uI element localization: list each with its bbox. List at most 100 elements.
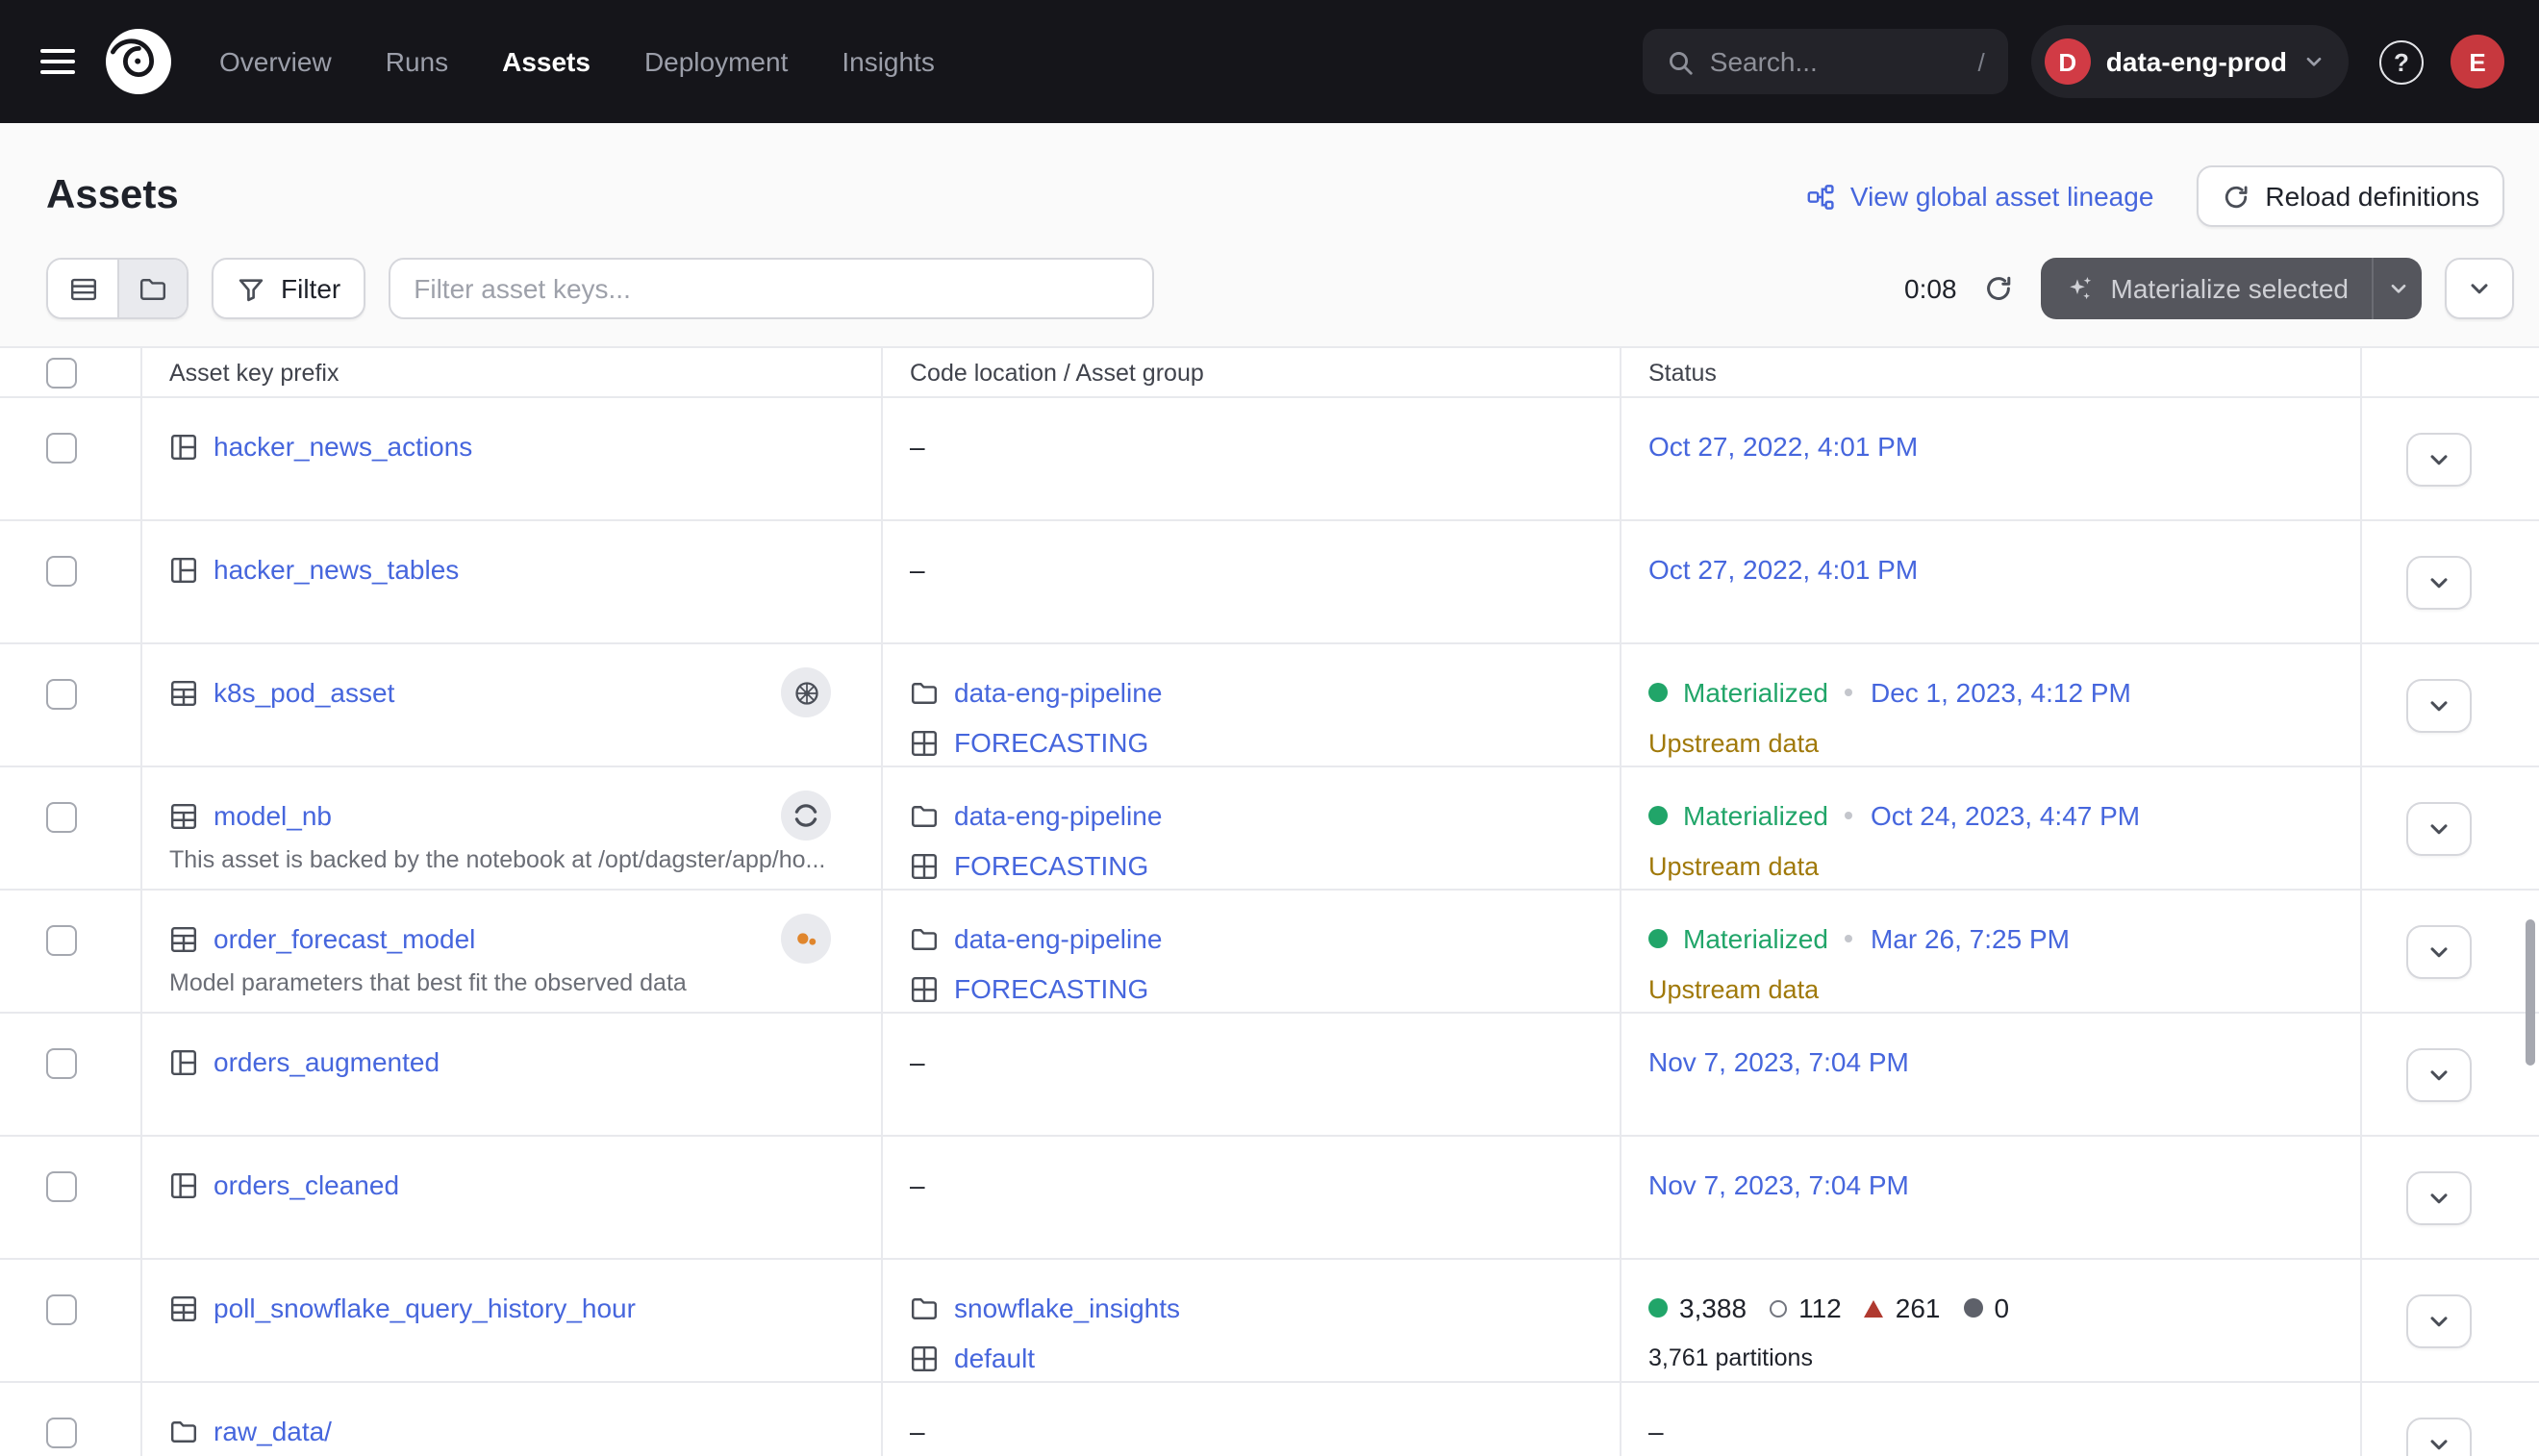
nav-item-overview[interactable]: Overview [219,46,332,77]
workspace-switcher[interactable]: D data-eng-prod [2031,25,2349,98]
location-cell: data-eng-pipeline FORECASTING [881,891,1620,1012]
expand-cell [2360,1260,2539,1381]
row-expand-button[interactable] [2406,1047,2472,1101]
materialization-timestamp-link[interactable]: Nov 7, 2023, 7:04 PM [1648,1046,1909,1077]
row-expand-button[interactable] [2406,555,2472,609]
hamburger-menu-button[interactable] [23,27,92,96]
folder-icon [910,924,939,953]
empty-cell-value: – [910,550,1593,589]
materialize-options-caret-button[interactable] [2372,258,2422,319]
asset-group-link[interactable]: default [954,1343,1035,1373]
materialization-timestamp-link[interactable]: Oct 24, 2023, 4:47 PM [1871,800,2140,831]
asset-group-icon [910,728,939,757]
asset-link[interactable]: poll_snowflake_query_history_hour [214,1293,636,1323]
nav-item-runs[interactable]: Runs [386,46,448,77]
multi-asset-icon [169,432,198,461]
empty-cell-value: – [910,427,1593,465]
materialization-timestamp-link[interactable]: Dec 1, 2023, 4:12 PM [1871,677,2131,708]
row-expand-button[interactable] [2406,801,2472,855]
asset-link[interactable]: orders_cleaned [214,1169,399,1200]
help-button[interactable]: ? [2379,39,2424,84]
row-checkbox[interactable] [46,1048,77,1079]
row-expand-button[interactable] [2406,1417,2472,1456]
chevron-down-icon [2426,1061,2452,1088]
row-checkbox[interactable] [46,679,77,710]
expand-cell [2360,521,2539,642]
expand-cell [2360,644,2539,766]
asset-link[interactable]: orders_augmented [214,1046,440,1077]
notebook-icon [781,791,831,841]
scrollbar-thumb[interactable] [2526,919,2535,1066]
top-nav: Overview Runs Assets Deployment Insights / D… [0,0,2539,123]
asset-cell: orders_augmented [140,1014,881,1135]
empty-cell-value: – [910,1042,1593,1081]
asset-group-link[interactable]: FORECASTING [954,850,1148,881]
refresh-button[interactable] [1980,269,2019,308]
code-location-link[interactable]: data-eng-pipeline [954,800,1162,831]
sparkle-icon [2065,273,2096,304]
global-search[interactable]: / [1643,29,2008,94]
code-location-link[interactable]: snowflake_insights [954,1293,1180,1323]
materialization-timestamp-link[interactable]: Mar 26, 7:25 PM [1871,923,2070,954]
help-icon: ? [2394,47,2409,76]
asset-cell: k8s_pod_asset [140,644,881,766]
code-location-link[interactable]: data-eng-pipeline [954,923,1162,954]
filter-funnel-icon [237,274,265,303]
asset-link[interactable]: model_nb [214,800,332,831]
materialized-label: Materialized [1683,677,1828,708]
row-checkbox[interactable] [46,802,77,833]
refresh-icon [1984,273,2015,304]
materialization-timestamp-link[interactable]: Oct 27, 2022, 4:01 PM [1648,431,1918,462]
materialize-selected-button[interactable]: Materialize selected [2042,258,2372,319]
asset-link[interactable]: order_forecast_model [214,923,475,954]
row-checkbox[interactable] [46,556,77,587]
search-input[interactable] [1710,46,1963,77]
asset-group-link[interactable]: FORECASTING [954,973,1148,1004]
more-actions-button[interactable] [2445,258,2514,319]
filter-button[interactable]: Filter [212,258,365,319]
dagster-logo[interactable] [104,27,173,96]
rows-view-icon [68,274,97,303]
view-global-asset-lineage-link[interactable]: View global asset lineage [1806,181,2154,212]
dot-green-icon [1648,1298,1668,1318]
nav-item-insights[interactable]: Insights [842,46,935,77]
table-body: hacker_news_actions – Oct 27, 2022, 4:01 P… [0,398,2539,1456]
row-checkbox[interactable] [46,1294,77,1325]
asset-cell: hacker_news_tables [140,521,881,642]
separator-dot-icon [1846,689,1853,696]
asset-link[interactable]: hacker_news_actions [214,431,472,462]
reload-definitions-button[interactable]: Reload definitions [2196,165,2504,227]
flat-list-view-button[interactable] [48,260,117,317]
nav-item-deployment[interactable]: Deployment [644,46,788,77]
empty-cell-value: – [1648,1412,2333,1450]
row-expand-button[interactable] [2406,432,2472,486]
checkbox-cell [0,1383,140,1456]
empty-cell-value: – [910,1166,1593,1204]
row-expand-button[interactable] [2406,924,2472,978]
asset-key-filter-input[interactable] [389,258,1154,319]
row-expand-button[interactable] [2406,678,2472,732]
location-cell: – [881,1383,1620,1456]
asset-link[interactable]: raw_data/ [214,1416,332,1446]
select-all-checkbox[interactable] [46,358,77,389]
row-expand-button[interactable] [2406,1170,2472,1224]
user-avatar[interactable]: E [2451,35,2504,88]
asset-link[interactable]: hacker_news_tables [214,554,459,585]
row-checkbox[interactable] [46,1171,77,1202]
table-row: order_forecast_modelModel parameters tha… [0,891,2539,1014]
row-expand-button[interactable] [2406,1293,2472,1347]
row-checkbox[interactable] [46,1418,77,1448]
multi-asset-icon [169,1170,198,1199]
row-checkbox[interactable] [46,925,77,956]
folder-view-button[interactable] [117,260,187,317]
location-cell: data-eng-pipeline FORECASTING [881,644,1620,766]
materialization-timestamp-link[interactable]: Nov 7, 2023, 7:04 PM [1648,1169,1909,1200]
nav-item-assets[interactable]: Assets [502,46,591,77]
code-location-link[interactable]: data-eng-pipeline [954,677,1162,708]
status-cell: MaterializedMar 26, 7:25 PMUpstream data [1620,891,2360,1012]
asset-group-link[interactable]: FORECASTING [954,727,1148,758]
asset-table-icon [169,924,198,953]
asset-link[interactable]: k8s_pod_asset [214,677,394,708]
materialization-timestamp-link[interactable]: Oct 27, 2022, 4:01 PM [1648,554,1918,585]
row-checkbox[interactable] [46,433,77,464]
